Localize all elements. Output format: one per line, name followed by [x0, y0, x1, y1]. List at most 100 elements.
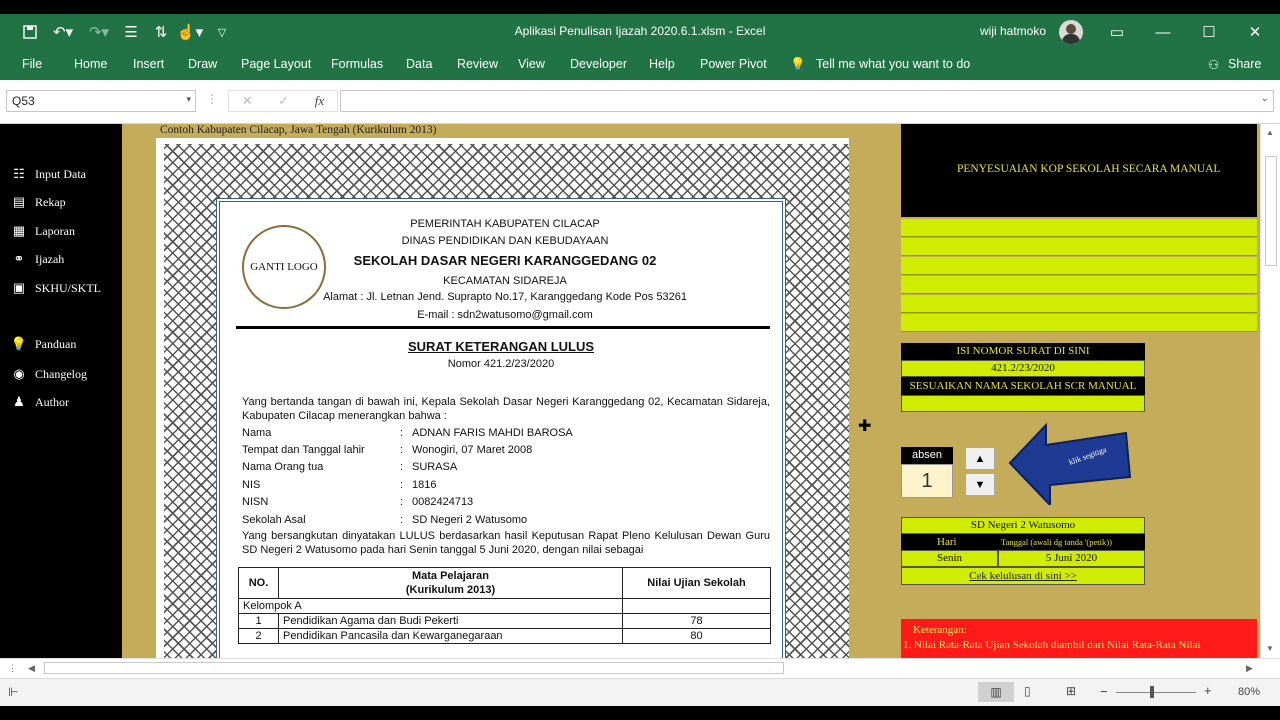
- scroll-down-icon[interactable]: ▼: [1266, 644, 1274, 653]
- sidebar-item-label: Laporan: [35, 223, 75, 238]
- zoom-in-icon[interactable]: +: [1204, 683, 1212, 698]
- field-value: SURASA: [412, 461, 458, 473]
- scroll-right-icon[interactable]: ▶: [1246, 663, 1253, 674]
- kop-input-cell[interactable]: [901, 276, 1257, 294]
- scroll-up-icon[interactable]: ▲: [1266, 128, 1274, 137]
- expand-formula-icon[interactable]: ⌄: [1261, 93, 1269, 104]
- hari-input[interactable]: Senin: [901, 550, 998, 567]
- tab-formulas[interactable]: Formulas: [331, 57, 383, 71]
- field-value: SD Negeri 2 Watusomo: [412, 514, 528, 526]
- more-options-icon: ⋮: [206, 92, 218, 106]
- field-label: NIS: [242, 479, 261, 491]
- horizontal-scrollbar[interactable]: ⋮ ◀ ▶: [0, 658, 1280, 678]
- sheet-tabs-more-icon[interactable]: ⋮: [8, 663, 17, 674]
- row-score: 80: [622, 628, 771, 644]
- avatar[interactable]: [1059, 20, 1083, 44]
- chevron-down-icon[interactable]: ▾: [186, 94, 191, 105]
- vertical-scroll-thumb[interactable]: [1265, 156, 1277, 266]
- ribbon-display-icon[interactable]: ▭: [1094, 14, 1140, 50]
- col-header-score: Nilai Ujian Sekolah: [622, 567, 771, 599]
- close-button[interactable]: ✕: [1232, 14, 1278, 50]
- tanggal-input[interactable]: 5 Juni 2020: [998, 550, 1145, 567]
- maximize-button[interactable]: ☐: [1186, 14, 1232, 50]
- kop-input-cell[interactable]: [901, 219, 1257, 237]
- surat-number-input[interactable]: 421.2/23/2020: [901, 360, 1145, 377]
- certificate-icon: ⚭: [13, 251, 25, 266]
- sidebar-item-skhu[interactable]: ▣ SKHU/SKTL: [10, 278, 101, 298]
- zoom-slider-thumb[interactable]: [1150, 686, 1154, 698]
- sidebar-item-ijazah[interactable]: ⚭ Ijazah: [10, 249, 65, 269]
- macro-record-icon[interactable]: ⊩: [8, 685, 18, 699]
- enter-check-icon[interactable]: ✓: [278, 93, 289, 109]
- cancel-icon[interactable]: ✕: [242, 93, 253, 109]
- normal-view-icon[interactable]: ▥: [978, 682, 1014, 702]
- scroll-left-icon[interactable]: ◀: [28, 663, 35, 674]
- sidebar-item-laporan[interactable]: ▦ Laporan: [10, 221, 75, 241]
- formula-controls: ✕ ✓ fx: [228, 90, 338, 112]
- row-subject: Pendidikan Agama dan Budi Pekerti: [278, 613, 623, 629]
- field-label: NISN: [242, 496, 269, 508]
- tab-power-pivot[interactable]: Power Pivot: [700, 57, 767, 71]
- sidebar-item-input-data[interactable]: ☷ Input Data: [10, 164, 86, 184]
- field-label: Nama Orang tua: [242, 461, 324, 473]
- field-colon: :: [400, 444, 404, 456]
- status-bar: ⊩ ▥ ▯ ⊞ − + 80%: [0, 678, 1280, 706]
- field-colon: :: [400, 514, 404, 526]
- tell-me-search[interactable]: Tell me what you want to do: [816, 57, 970, 71]
- keterangan-box: Keterangan: 1. Nilai Rata-Rata Ujian Sek…: [901, 619, 1257, 658]
- zoom-level[interactable]: 80%: [1238, 686, 1260, 698]
- absen-label: absen: [901, 447, 953, 464]
- tab-review[interactable]: Review: [457, 57, 498, 71]
- sidebar-item-panduan[interactable]: 💡 Panduan: [10, 334, 76, 354]
- formula-input[interactable]: ⌄: [340, 90, 1274, 112]
- tab-developer[interactable]: Developer: [570, 57, 627, 71]
- formula-bar-area: Q53 ▾ ⋮ ✕ ✓ fx ⌄: [0, 80, 1280, 124]
- absen-value[interactable]: 1: [901, 464, 953, 498]
- click-arrow-icon: klik segitiga: [1008, 422, 1132, 505]
- tab-home[interactable]: Home: [74, 57, 107, 71]
- row-subject: Pendidikan Pancasila dan Kewarganegaraan: [278, 628, 623, 644]
- sidebar-item-label: Panduan: [35, 336, 77, 351]
- sidebar-item-label: SKHU/SKTL: [35, 280, 102, 295]
- zoom-slider[interactable]: [1116, 692, 1196, 693]
- kop-input-cell[interactable]: [901, 295, 1257, 313]
- horizontal-scroll-thumb[interactable]: [44, 662, 784, 674]
- tab-file[interactable]: File: [22, 57, 42, 71]
- intro-paragraph: Yang bertanda tangan di bawah ini, Kepal…: [242, 396, 770, 422]
- field-row: Sekolah Asal: SD Negeri 2 Watusomo: [242, 514, 782, 530]
- name-box[interactable]: Q53 ▾: [6, 90, 196, 112]
- eye-icon: ◉: [13, 366, 25, 381]
- page-break-preview-icon[interactable]: ⊞: [1066, 684, 1076, 698]
- sidebar-item-changelog[interactable]: ◉ Changelog: [10, 364, 87, 384]
- tab-data[interactable]: Data: [406, 57, 432, 71]
- tab-view[interactable]: View: [518, 57, 545, 71]
- tab-page-layout[interactable]: Page Layout: [241, 57, 311, 71]
- field-value: Wonogiri, 07 Maret 2008: [412, 444, 533, 456]
- vertical-scrollbar[interactable]: ▲ ▼: [1260, 124, 1280, 658]
- grades-table: NO. Mata Pelajaran (Kurikulum 2013) Nilai…: [238, 567, 771, 644]
- share-icon[interactable]: ⚇: [1208, 57, 1219, 72]
- insert-function-icon[interactable]: fx: [315, 93, 324, 109]
- school-name: SEKOLAH DASAR NEGERI KARANGGEDANG 02: [353, 253, 657, 268]
- minimize-button[interactable]: —: [1140, 14, 1186, 50]
- document-number: Nomor 421.2/23/2020: [447, 358, 555, 370]
- sidebar-item-rekap[interactable]: ▤ Rekap: [10, 192, 66, 212]
- sidebar-item-label: Author: [35, 394, 69, 409]
- school-name-input[interactable]: [901, 395, 1145, 412]
- share-button[interactable]: Share: [1228, 57, 1261, 71]
- keterangan-title: Keterangan:: [913, 624, 967, 636]
- kop-input-cell[interactable]: [901, 257, 1257, 275]
- kop-input-cell[interactable]: [901, 238, 1257, 256]
- field-colon: :: [400, 461, 404, 473]
- zoom-out-icon[interactable]: −: [1100, 684, 1108, 699]
- cek-kelulusan-link[interactable]: Cek kelulusan di sini >>: [901, 567, 1145, 585]
- kop-input-cell[interactable]: [901, 314, 1257, 332]
- spin-down-button[interactable]: ▼: [965, 473, 995, 496]
- tab-insert[interactable]: Insert: [133, 57, 164, 71]
- spin-up-button[interactable]: ▲: [965, 447, 995, 470]
- sidebar-item-author[interactable]: ♟ Author: [10, 392, 69, 412]
- lightbulb-icon: 💡: [790, 57, 806, 71]
- tab-draw[interactable]: Draw: [188, 57, 217, 71]
- tab-help[interactable]: Help: [649, 57, 675, 71]
- page-layout-view-icon[interactable]: ▯: [1024, 684, 1031, 698]
